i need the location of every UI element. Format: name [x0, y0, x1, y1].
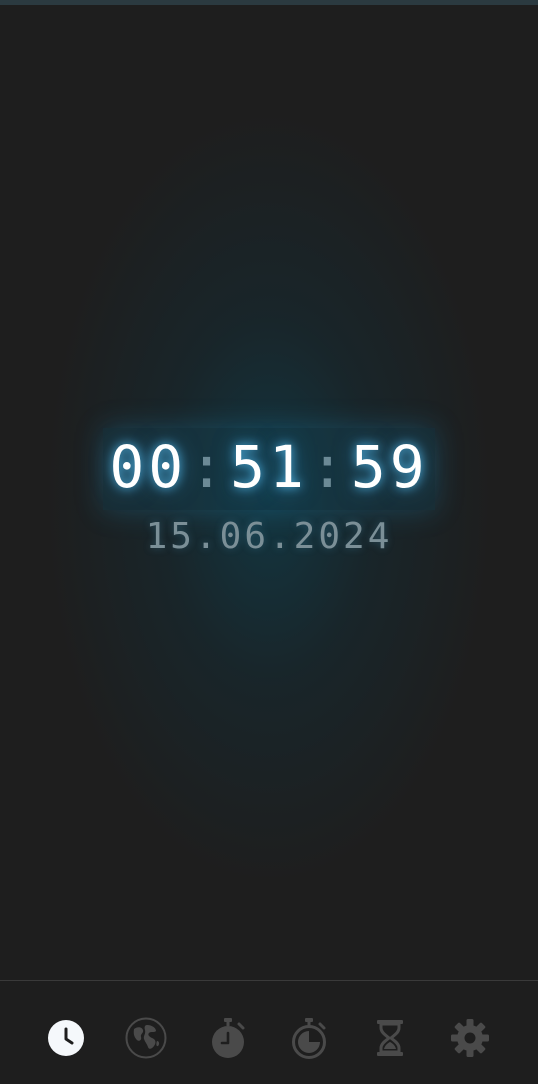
nav-stopwatch-button[interactable] — [206, 1016, 250, 1060]
nav-world-clock-button[interactable] — [124, 1016, 168, 1060]
time-separator: : — [189, 433, 229, 501]
time-separator: : — [309, 433, 349, 501]
nav-clock-button[interactable] — [44, 1016, 88, 1060]
time-display: 00:51:59 — [103, 428, 435, 510]
stopwatch-icon — [212, 1018, 245, 1058]
seconds-value: 59 — [350, 433, 429, 501]
nav-settings-button[interactable] — [448, 1016, 492, 1060]
date-display: 15.06.2024 — [145, 516, 393, 557]
hourglass-icon — [377, 1020, 403, 1056]
timer-icon — [292, 1018, 326, 1059]
minutes-value: 51 — [230, 433, 308, 501]
clock-screen: 00:51:59 15.06.2024 — [0, 0, 538, 1084]
gear-icon — [451, 1019, 489, 1057]
clock-face: 00:51:59 15.06.2024 — [0, 428, 538, 557]
clock-icon — [48, 1020, 84, 1056]
bottom-nav — [0, 981, 538, 1084]
nav-hourglass-button[interactable] — [368, 1016, 412, 1060]
globe-icon — [125, 1017, 167, 1059]
nav-timer-button[interactable] — [287, 1016, 331, 1060]
hours-value: 00 — [109, 433, 188, 501]
